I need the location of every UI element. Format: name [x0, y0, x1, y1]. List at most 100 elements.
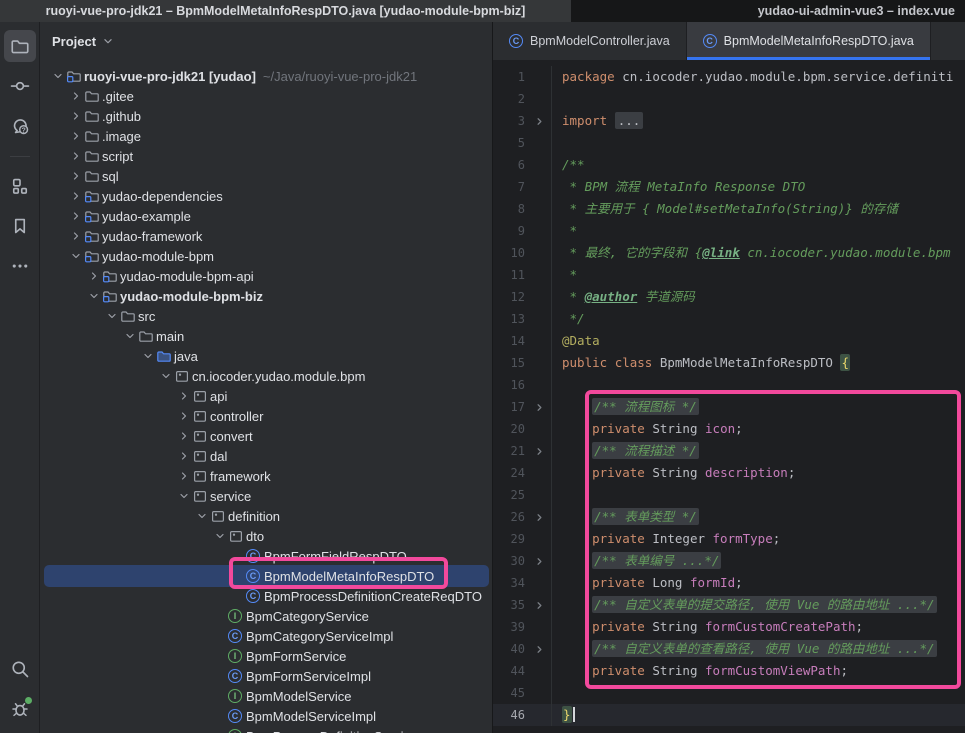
tree-item-definition[interactable]: definition — [40, 506, 492, 526]
tree-item-bpmcategoryservice[interactable]: IBpmCategoryService — [40, 606, 492, 626]
chevron-right-icon[interactable] — [176, 428, 192, 444]
tree-item-src[interactable]: src — [40, 306, 492, 326]
code-line-17[interactable]: 17 /** 流程图标 */ — [493, 396, 965, 418]
code-line-29[interactable]: 29 private Integer formType; — [493, 528, 965, 550]
fold-arrow-icon[interactable] — [527, 116, 551, 127]
tree-item-bpmcategoryserviceimpl[interactable]: CBpmCategoryServiceImpl — [40, 626, 492, 646]
code-line-9[interactable]: 9 * — [493, 220, 965, 242]
tree-item-ruoyi-vue-pro-jdk21-yudao-[interactable]: ruoyi-vue-pro-jdk21 [yudao]~/Java/ruoyi-… — [40, 66, 492, 86]
code-line-14[interactable]: 14@Data — [493, 330, 965, 352]
code-line-11[interactable]: 11 * — [493, 264, 965, 286]
chevron-right-icon[interactable] — [176, 388, 192, 404]
code-line-13[interactable]: 13 */ — [493, 308, 965, 330]
chevron-down-icon[interactable] — [122, 328, 138, 344]
chevron-right-icon[interactable] — [68, 208, 84, 224]
more-tool-windows-button[interactable] — [4, 250, 36, 282]
code-line-35[interactable]: 35 /** 自定义表单的提交路径, 使用 Vue 的路由地址 ...*/ — [493, 594, 965, 616]
code-line-1[interactable]: 1package cn.iocoder.yudao.module.bpm.ser… — [493, 66, 965, 88]
code-line-40[interactable]: 40 /** 自定义表单的查看路径, 使用 Vue 的路由地址 ...*/ — [493, 638, 965, 660]
tree-item-yudao-module-bpm[interactable]: yudao-module-bpm — [40, 246, 492, 266]
fold-arrow-icon[interactable] — [527, 644, 551, 655]
chevron-down-icon[interactable] — [50, 68, 66, 84]
tree-item-dto[interactable]: dto — [40, 526, 492, 546]
tree-item-bpmmodelservice[interactable]: IBpmModelService — [40, 686, 492, 706]
tree-item-java[interactable]: java — [40, 346, 492, 366]
tree-item-bpmmodelserviceimpl[interactable]: CBpmModelServiceImpl — [40, 706, 492, 726]
chevron-right-icon[interactable] — [68, 88, 84, 104]
chevron-down-icon[interactable] — [194, 508, 210, 524]
tree-item-api[interactable]: api — [40, 386, 492, 406]
tree-item-bpmformserviceimpl[interactable]: CBpmFormServiceImpl — [40, 666, 492, 686]
tree-item-convert[interactable]: convert — [40, 426, 492, 446]
commit-tool-button[interactable] — [4, 70, 36, 102]
code-line-46[interactable]: 46} — [493, 704, 965, 726]
debug-tool-button[interactable] — [4, 693, 36, 725]
pull-requests-tool-button[interactable]: ? — [4, 110, 36, 142]
code-line-8[interactable]: 8 * 主要用于 { Model#setMetaInfo(String)} 的存… — [493, 198, 965, 220]
chevron-right-icon[interactable] — [68, 128, 84, 144]
chevron-right-icon[interactable] — [176, 408, 192, 424]
chevron-down-icon[interactable] — [176, 488, 192, 504]
code-line-26[interactable]: 26 /** 表单类型 */ — [493, 506, 965, 528]
chevron-right-icon[interactable] — [86, 268, 102, 284]
code-line-45[interactable]: 45 — [493, 682, 965, 704]
editor-tab-bpmmodelmetainforespdto-java[interactable]: CBpmModelMetaInfoRespDTO.java — [687, 22, 931, 60]
code-line-6[interactable]: 6/** — [493, 154, 965, 176]
tree-item-.image[interactable]: .image — [40, 126, 492, 146]
chevron-down-icon[interactable] — [104, 308, 120, 324]
fold-arrow-icon[interactable] — [527, 446, 551, 457]
code-line-39[interactable]: 39 private String formCustomCreatePath; — [493, 616, 965, 638]
code-line-16[interactable]: 16 — [493, 374, 965, 396]
bookmarks-tool-button[interactable] — [4, 210, 36, 242]
fold-arrow-icon[interactable] — [527, 512, 551, 523]
chevron-down-icon[interactable] — [140, 348, 156, 364]
tree-item-bpmmodelmetainforespdto[interactable]: CBpmModelMetaInfoRespDTO — [40, 566, 492, 586]
tree-item-bpmformfieldrespdto[interactable]: CBpmFormFieldRespDTO — [40, 546, 492, 566]
editor-tab-bpmmodelcontroller-java[interactable]: CBpmModelController.java — [493, 22, 687, 60]
code-line-24[interactable]: 24 private String description; — [493, 462, 965, 484]
chevron-right-icon[interactable] — [68, 168, 84, 184]
tree-item-yudao-example[interactable]: yudao-example — [40, 206, 492, 226]
chevron-right-icon[interactable] — [68, 108, 84, 124]
tree-item-.github[interactable]: .github — [40, 106, 492, 126]
tree-item-yudao-module-bpm-api[interactable]: yudao-module-bpm-api — [40, 266, 492, 286]
chevron-right-icon[interactable] — [176, 448, 192, 464]
tree-item-service[interactable]: service — [40, 486, 492, 506]
code-line-3[interactable]: 3import ... — [493, 110, 965, 132]
tree-item-bpmprocessdefinitioncreatereqdto[interactable]: CBpmProcessDefinitionCreateReqDTO — [40, 586, 492, 606]
chevron-down-icon[interactable] — [212, 528, 228, 544]
chevron-right-icon[interactable] — [68, 228, 84, 244]
tree-item-.gitee[interactable]: .gitee — [40, 86, 492, 106]
project-tool-button[interactable] — [4, 30, 36, 62]
code-editor[interactable]: 1package cn.iocoder.yudao.module.bpm.ser… — [493, 60, 965, 733]
chevron-right-icon[interactable] — [176, 468, 192, 484]
chevron-down-icon[interactable] — [101, 34, 115, 48]
chevron-down-icon[interactable] — [158, 368, 174, 384]
chevron-down-icon[interactable] — [86, 288, 102, 304]
code-line-2[interactable]: 2 — [493, 88, 965, 110]
code-line-25[interactable]: 25 — [493, 484, 965, 506]
tree-item-controller[interactable]: controller — [40, 406, 492, 426]
code-line-5[interactable]: 5 — [493, 132, 965, 154]
chevron-down-icon[interactable] — [68, 248, 84, 264]
tree-item-yudao-framework[interactable]: yudao-framework — [40, 226, 492, 246]
code-line-12[interactable]: 12 * @author 芋道源码 — [493, 286, 965, 308]
code-line-44[interactable]: 44 private String formCustomViewPath; — [493, 660, 965, 682]
tree-item-script[interactable]: script — [40, 146, 492, 166]
project-panel-title[interactable]: Project — [52, 34, 96, 49]
tree-item-yudao-dependencies[interactable]: yudao-dependencies — [40, 186, 492, 206]
search-everywhere-button[interactable] — [4, 653, 36, 685]
fold-arrow-icon[interactable] — [527, 600, 551, 611]
code-line-15[interactable]: 15public class BpmModelMetaInfoRespDTO { — [493, 352, 965, 374]
tree-item-cn.iocoder.yudao.module.bpm[interactable]: cn.iocoder.yudao.module.bpm — [40, 366, 492, 386]
tree-item-yudao-module-bpm-biz[interactable]: yudao-module-bpm-biz — [40, 286, 492, 306]
tree-item-sql[interactable]: sql — [40, 166, 492, 186]
tree-item-dal[interactable]: dal — [40, 446, 492, 466]
tree-item-bpmformservice[interactable]: IBpmFormService — [40, 646, 492, 666]
code-line-30[interactable]: 30 /** 表单编号 ...*/ — [493, 550, 965, 572]
chevron-right-icon[interactable] — [68, 148, 84, 164]
tree-item-framework[interactable]: framework — [40, 466, 492, 486]
fold-arrow-icon[interactable] — [527, 556, 551, 567]
code-line-34[interactable]: 34 private Long formId; — [493, 572, 965, 594]
code-line-7[interactable]: 7 * BPM 流程 MetaInfo Response DTO — [493, 176, 965, 198]
